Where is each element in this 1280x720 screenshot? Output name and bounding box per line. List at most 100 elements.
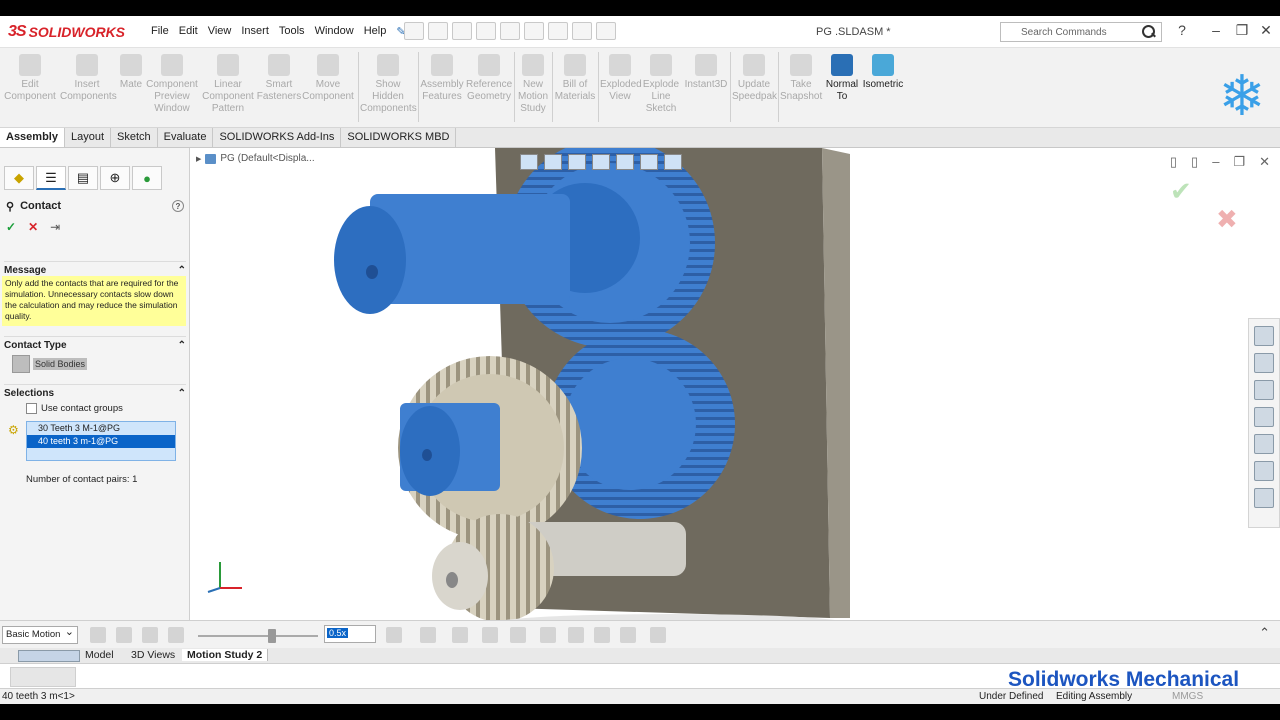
move-component-button[interactable]: Move Component — [302, 54, 354, 103]
menu-help[interactable]: Help — [359, 25, 392, 38]
dimxpert-manager-tab[interactable]: ⊕ — [100, 166, 130, 190]
insert-components-button[interactable]: Insert Components — [60, 54, 117, 103]
menu-file[interactable]: File — [146, 25, 174, 38]
undo-icon[interactable] — [500, 22, 520, 40]
home-icon[interactable] — [1254, 326, 1274, 346]
tab-model[interactable]: Model — [80, 649, 119, 661]
save-animation-icon[interactable] — [420, 627, 436, 643]
file-explorer-icon[interactable] — [1254, 380, 1274, 400]
tab-addins[interactable]: SOLIDWORKS Add-Ins — [213, 128, 342, 147]
collapse-chevron-icon[interactable]: ⌃ — [178, 388, 186, 399]
cancel-x-icon[interactable]: ✕ — [28, 220, 38, 234]
search-icon[interactable] — [1141, 24, 1157, 40]
animation-wizard-icon[interactable] — [452, 627, 468, 643]
update-speedpak-button[interactable]: Update Speedpak — [732, 54, 777, 103]
tab-3d-views[interactable]: 3D Views — [126, 649, 180, 661]
stop-icon[interactable] — [168, 627, 184, 643]
print-icon[interactable] — [476, 22, 496, 40]
timeline-controls[interactable] — [10, 667, 76, 687]
close-button[interactable]: ✕ — [1256, 22, 1276, 42]
assembly-features-button[interactable]: Assembly Features — [420, 54, 464, 103]
restore-view-icon[interactable]: ❐ — [1233, 154, 1245, 170]
instant3d-button[interactable]: Instant3D — [684, 54, 728, 91]
collapse-chevron-icon[interactable]: ⌃ — [178, 340, 186, 351]
menu-insert[interactable]: Insert — [236, 25, 274, 38]
add-key-icon[interactable] — [510, 627, 526, 643]
selection-item[interactable]: 30 Teeth 3 M-1@PG — [27, 422, 175, 435]
view-orientation-icon[interactable] — [616, 154, 634, 170]
bill-of-materials-button[interactable]: Bill of Materials — [554, 54, 596, 103]
menu-tools[interactable]: Tools — [274, 25, 310, 38]
rebuild-icon[interactable] — [548, 22, 568, 40]
confirm-ok-icon[interactable]: ✔ — [1170, 176, 1192, 207]
slider-knob[interactable] — [268, 629, 276, 643]
minimize-button[interactable]: – — [1206, 22, 1226, 42]
split-view-icon[interactable]: ▯ — [1191, 154, 1198, 170]
view-palette-icon[interactable] — [1254, 407, 1274, 427]
display-style-icon[interactable] — [640, 154, 658, 170]
tab-scroll-arrows[interactable] — [18, 650, 80, 662]
study-type-dropdown[interactable]: Basic Motion — [2, 624, 78, 644]
options-gear-icon[interactable] — [596, 22, 616, 40]
spring-icon[interactable] — [568, 627, 584, 643]
open-icon[interactable] — [428, 22, 448, 40]
collapse-motion-manager-icon[interactable]: ⌃ — [1259, 625, 1270, 641]
new-document-icon[interactable] — [404, 22, 424, 40]
property-manager-tab[interactable]: ☰ — [36, 166, 66, 190]
configuration-manager-tab[interactable]: ▤ — [68, 166, 98, 190]
close-view-icon[interactable]: ✕ — [1259, 154, 1270, 170]
appearances-icon[interactable] — [1254, 434, 1274, 454]
show-hidden-button[interactable]: Show Hidden Components — [360, 54, 417, 115]
selections-section-header[interactable]: Selections ⌃ — [4, 384, 186, 399]
help-icon[interactable]: ? — [1172, 22, 1192, 42]
status-units[interactable]: MMGS — [1172, 691, 1203, 702]
hide-show-icon[interactable] — [664, 154, 682, 170]
selection-list[interactable]: 30 Teeth 3 M-1@PG 40 teeth 3 m-1@PG — [26, 421, 176, 461]
selection-item[interactable]: 40 teeth 3 m-1@PG — [27, 435, 175, 448]
gravity-icon[interactable] — [620, 627, 636, 643]
split-view-icon[interactable]: ▯ — [1170, 154, 1177, 170]
confirm-cancel-icon[interactable]: ✖ — [1216, 204, 1238, 235]
design-library-icon[interactable] — [1254, 353, 1274, 373]
forum-icon[interactable] — [1254, 488, 1274, 508]
collapse-chevron-icon[interactable]: ⌃ — [178, 265, 186, 276]
explode-line-sketch-button[interactable]: Explode Line Sketch — [640, 54, 682, 115]
playback-mode-icon[interactable] — [386, 627, 402, 643]
motor-icon[interactable] — [540, 627, 556, 643]
graphics-area[interactable]: ▶ PG (Default<Displa... ▯ ▯ – ❐ ✕ ✔ ✖ — [190, 148, 1280, 620]
restore-button[interactable]: ❐ — [1232, 22, 1252, 42]
tab-mbd[interactable]: SOLIDWORKS MBD — [341, 128, 457, 147]
tab-evaluate[interactable]: Evaluate — [158, 128, 214, 147]
gear-assembly-model[interactable] — [190, 148, 1280, 620]
minimize-view-icon[interactable]: – — [1212, 154, 1219, 170]
edit-component-button[interactable]: Edit Component — [4, 54, 56, 103]
section-view-icon[interactable] — [592, 154, 610, 170]
menu-edit[interactable]: Edit — [174, 25, 203, 38]
message-section-header[interactable]: Message ⌃ — [4, 261, 186, 276]
normal-to-button[interactable]: Normal To — [824, 54, 860, 103]
use-contact-groups-row[interactable]: Use contact groups — [26, 403, 123, 414]
isometric-button[interactable]: Isometric — [862, 54, 904, 91]
tab-motion-study-2[interactable]: Motion Study 2 — [182, 649, 269, 661]
menu-view[interactable]: View — [203, 25, 237, 38]
play-from-start-icon[interactable] — [116, 627, 132, 643]
zoom-to-area-icon[interactable] — [544, 154, 562, 170]
play-icon[interactable] — [142, 627, 158, 643]
custom-properties-icon[interactable] — [1254, 461, 1274, 481]
exploded-view-button[interactable]: Exploded View — [600, 54, 642, 103]
contact-type-section-header[interactable]: Contact Type ⌃ — [4, 336, 186, 351]
save-icon[interactable] — [452, 22, 472, 40]
previous-view-icon[interactable] — [568, 154, 586, 170]
take-snapshot-button[interactable]: Take Snapshot — [780, 54, 822, 103]
menu-window[interactable]: Window — [310, 25, 359, 38]
search-commands-field[interactable]: Search Commands — [1000, 22, 1162, 42]
ok-checkmark-icon[interactable]: ✓ — [6, 220, 16, 234]
new-motion-study-button[interactable]: New Motion Study — [514, 54, 552, 115]
file-properties-icon[interactable] — [572, 22, 592, 40]
display-manager-tab[interactable]: ● — [132, 166, 162, 190]
feature-manager-tab[interactable]: ◆ — [4, 166, 34, 190]
help-icon[interactable]: ? — [172, 200, 184, 212]
linear-pattern-button[interactable]: Linear Component Pattern — [202, 54, 254, 115]
reference-geometry-button[interactable]: Reference Geometry — [466, 54, 512, 103]
playback-speed-dropdown[interactable]: 0.5x — [324, 625, 376, 643]
